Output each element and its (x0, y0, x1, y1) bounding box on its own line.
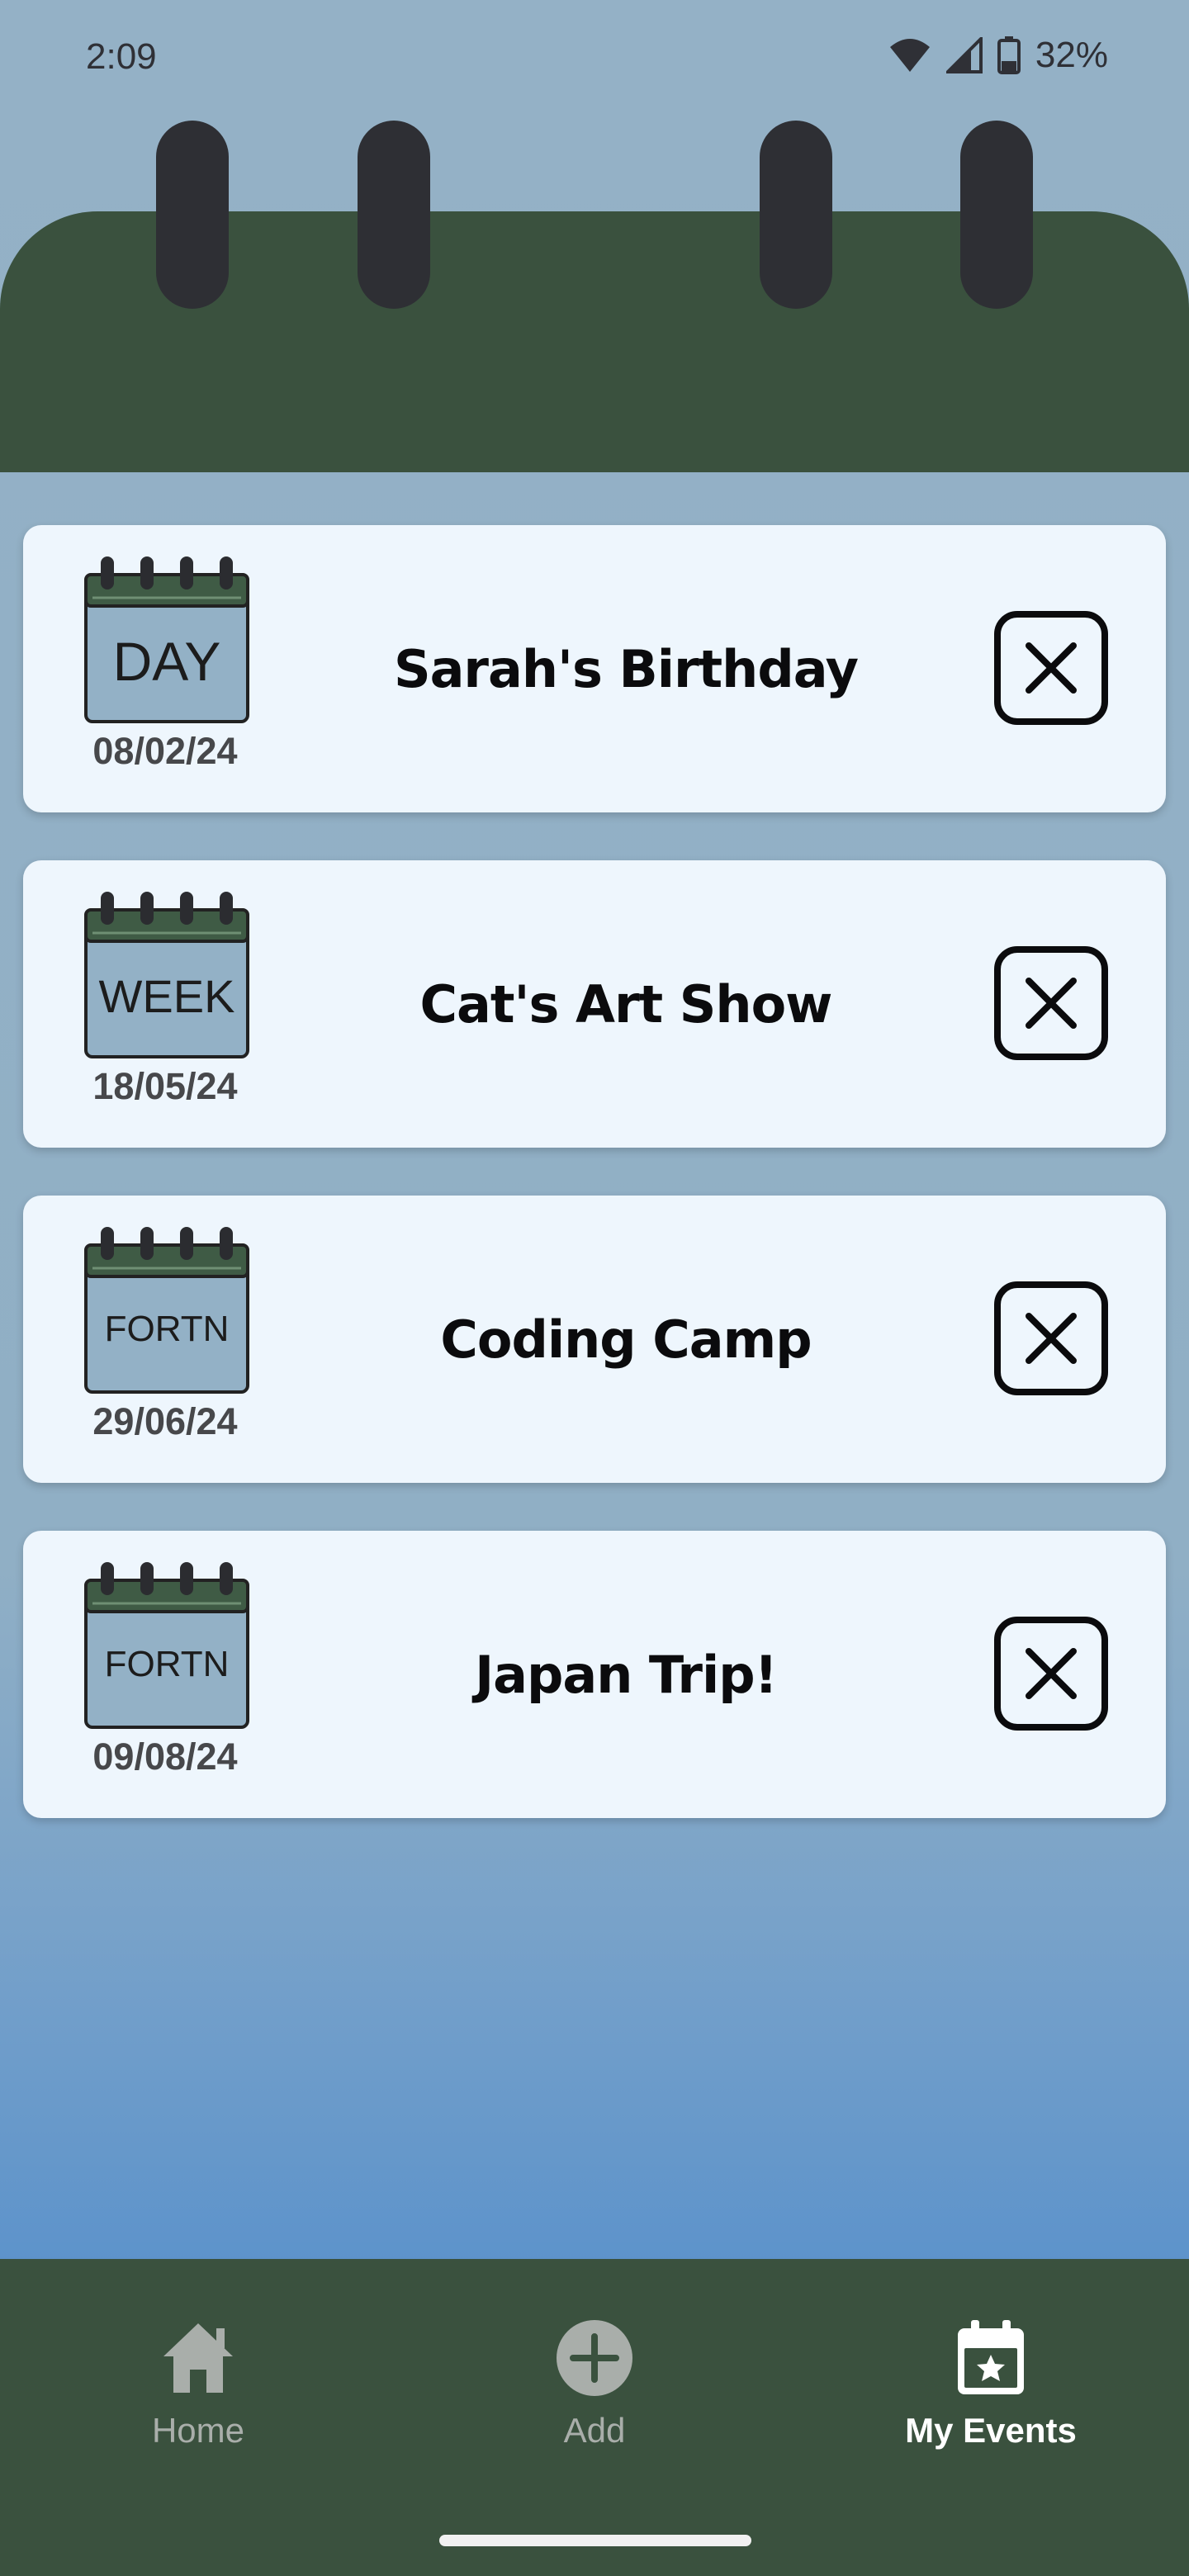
binder-ring (960, 121, 1033, 309)
nav-label-add: Add (563, 2411, 626, 2450)
event-repeat-label: DAY (113, 631, 221, 692)
event-title: Cat's Art Show (419, 973, 833, 1035)
status-time: 2:09 (86, 36, 157, 77)
close-icon[interactable] (994, 1281, 1108, 1395)
event-title: Coding Camp (440, 1309, 812, 1370)
nav-item-home[interactable]: Home (0, 2259, 396, 2507)
event-date: 08/02/24 (92, 730, 238, 772)
calendar-icon: WEEK (84, 892, 249, 1058)
close-icon[interactable] (994, 946, 1108, 1060)
event-repeat-label: WEEK (99, 970, 235, 1022)
bottom-navigation: Home Add My Events (0, 2259, 1189, 2576)
event-card[interactable]: FORTN 29/06/24 Coding Camp (23, 1196, 1166, 1483)
binder-ring (358, 121, 430, 309)
calendar-icon: DAY (84, 556, 249, 723)
event-card[interactable]: FORTN 09/08/24 Japan Trip! (23, 1531, 1166, 1818)
nav-label-my-events: My Events (905, 2411, 1077, 2450)
calendar-star-icon (958, 2320, 1024, 2394)
calendar-icon: FORTN (84, 1562, 249, 1729)
home-icon (163, 2323, 233, 2393)
add-circle-icon (557, 2320, 632, 2396)
battery-icon (997, 36, 1021, 74)
event-card[interactable]: WEEK 18/05/24 Cat's Art Show (23, 860, 1166, 1148)
wifi-icon (889, 39, 930, 72)
cellular-icon (945, 37, 983, 73)
binder-ring (760, 121, 832, 309)
nav-item-my-events[interactable]: My Events (793, 2259, 1189, 2507)
gesture-handle[interactable] (439, 2535, 751, 2546)
event-date: 29/06/24 (92, 1400, 238, 1442)
battery-percent: 32% (1035, 35, 1108, 75)
event-card[interactable]: DAY 08/02/24 Sarah's Birthday (23, 525, 1166, 812)
event-repeat-label: FORTN (105, 1309, 230, 1349)
status-icons: 32% (888, 35, 1108, 76)
event-repeat-label: FORTN (105, 1644, 230, 1684)
event-date: 09/08/24 (92, 1735, 238, 1778)
status-bar: 2:09 32% (0, 0, 1189, 116)
calendar-icon: FORTN (84, 1227, 249, 1394)
event-date: 18/05/24 (92, 1065, 238, 1107)
event-title: Sarah's Birthday (393, 638, 859, 699)
event-title: Japan Trip! (475, 1644, 778, 1705)
close-icon[interactable] (994, 611, 1108, 725)
nav-item-add[interactable]: Add (396, 2259, 793, 2507)
binder-ring (156, 121, 229, 309)
close-icon[interactable] (994, 1617, 1108, 1731)
nav-label-home: Home (151, 2411, 245, 2450)
